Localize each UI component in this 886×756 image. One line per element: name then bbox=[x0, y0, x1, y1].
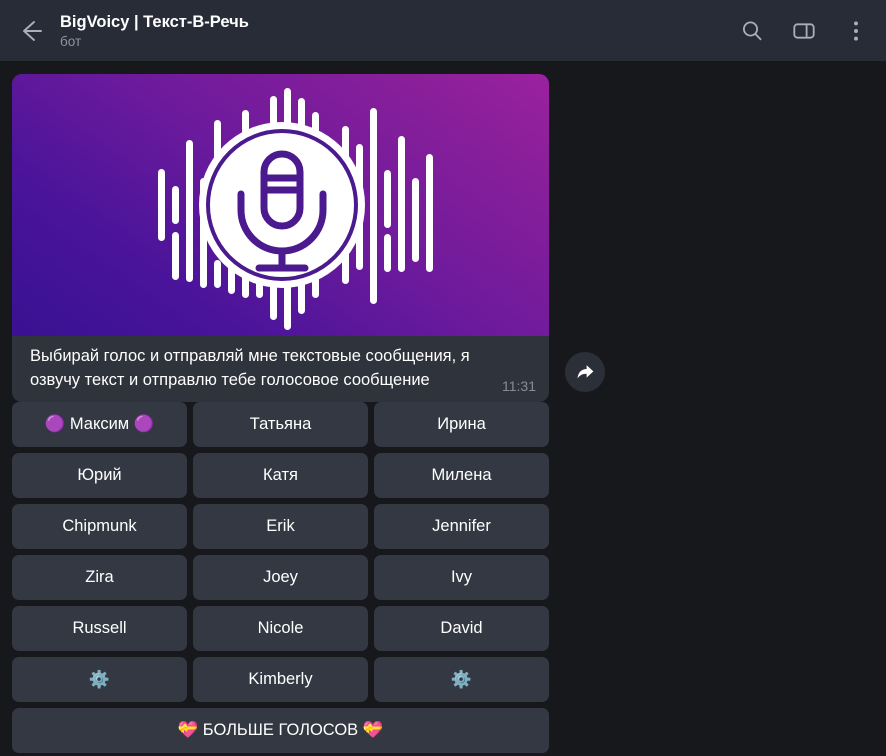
gear-icon: ⚙️ bbox=[88, 670, 111, 689]
telegram-chat-screen: BigVoicy | Текст-В-Речь бот Выбирай голо… bbox=[0, 0, 886, 756]
voice-button-irina[interactable]: Ирина bbox=[374, 402, 549, 447]
message-caption-block: Выбирай голос и отправляй мне текстовые … bbox=[12, 336, 549, 402]
search-button[interactable] bbox=[736, 15, 768, 47]
message-photo[interactable] bbox=[12, 74, 549, 336]
inline-keyboard: 🟣 Максим 🟣 Татьяна Ирина Юрий Катя Милен… bbox=[12, 402, 549, 753]
sidebar-toggle-icon bbox=[791, 18, 817, 44]
forward-arrow-icon bbox=[573, 360, 597, 384]
back-button[interactable] bbox=[10, 10, 52, 52]
more-voices-button[interactable]: 💝 БОЛЬШЕ ГОЛОСОВ 💝 bbox=[12, 708, 549, 753]
back-arrow-icon bbox=[18, 18, 44, 44]
keyboard-row: Chipmunk Erik Jennifer bbox=[12, 504, 549, 549]
settings-button-left[interactable]: ⚙️ bbox=[12, 657, 187, 702]
message-timestamp: 11:31 bbox=[502, 378, 536, 394]
voice-button-katya[interactable]: Катя bbox=[193, 453, 368, 498]
keyboard-row: 🟣 Максим 🟣 Татьяна Ирина bbox=[12, 402, 549, 447]
keyboard-row: Юрий Катя Милена bbox=[12, 453, 549, 498]
voice-button-tatyana[interactable]: Татьяна bbox=[193, 402, 368, 447]
message-caption-text: Выбирай голос и отправляй мне текстовые … bbox=[30, 347, 470, 389]
voice-button-yuriy[interactable]: Юрий bbox=[12, 453, 187, 498]
voice-button-jennifer[interactable]: Jennifer bbox=[374, 504, 549, 549]
more-options-icon bbox=[843, 18, 869, 44]
chat-title-block[interactable]: BigVoicy | Текст-В-Речь бот bbox=[60, 12, 736, 50]
voice-button-milena[interactable]: Милена bbox=[374, 453, 549, 498]
voice-button-kimberly[interactable]: Kimberly bbox=[193, 657, 368, 702]
voice-button-maksim[interactable]: 🟣 Максим 🟣 bbox=[12, 402, 187, 447]
keyboard-row: Russell Nicole David bbox=[12, 606, 549, 651]
voice-button-david[interactable]: David bbox=[374, 606, 549, 651]
forward-message-button[interactable] bbox=[565, 352, 605, 392]
chat-header: BigVoicy | Текст-В-Речь бот bbox=[0, 0, 886, 61]
voice-button-nicole[interactable]: Nicole bbox=[193, 606, 368, 651]
gear-icon: ⚙️ bbox=[450, 670, 473, 689]
keyboard-row: Zira Joey Ivy bbox=[12, 555, 549, 600]
more-options-button[interactable] bbox=[840, 15, 872, 47]
voice-button-russell[interactable]: Russell bbox=[12, 606, 187, 651]
voice-button-joey[interactable]: Joey bbox=[193, 555, 368, 600]
settings-button-right[interactable]: ⚙️ bbox=[374, 657, 549, 702]
page-title: BigVoicy | Текст-В-Речь bbox=[60, 12, 249, 31]
voice-button-zira[interactable]: Zira bbox=[12, 555, 187, 600]
voice-button-chipmunk[interactable]: Chipmunk bbox=[12, 504, 187, 549]
search-icon bbox=[739, 18, 765, 44]
message-list: Выбирай голос и отправляй мне текстовые … bbox=[0, 61, 886, 756]
voice-button-erik[interactable]: Erik bbox=[193, 504, 368, 549]
keyboard-row: ⚙️ Kimberly ⚙️ bbox=[12, 657, 549, 702]
header-actions bbox=[736, 15, 872, 47]
voice-button-ivy[interactable]: Ivy bbox=[374, 555, 549, 600]
chat-subtitle: бот bbox=[60, 33, 82, 49]
bot-message-bubble[interactable]: Выбирай голос и отправляй мне текстовые … bbox=[12, 74, 549, 402]
keyboard-row: 💝 БОЛЬШЕ ГОЛОСОВ 💝 bbox=[12, 708, 549, 753]
sidebar-toggle-button[interactable] bbox=[788, 15, 820, 47]
